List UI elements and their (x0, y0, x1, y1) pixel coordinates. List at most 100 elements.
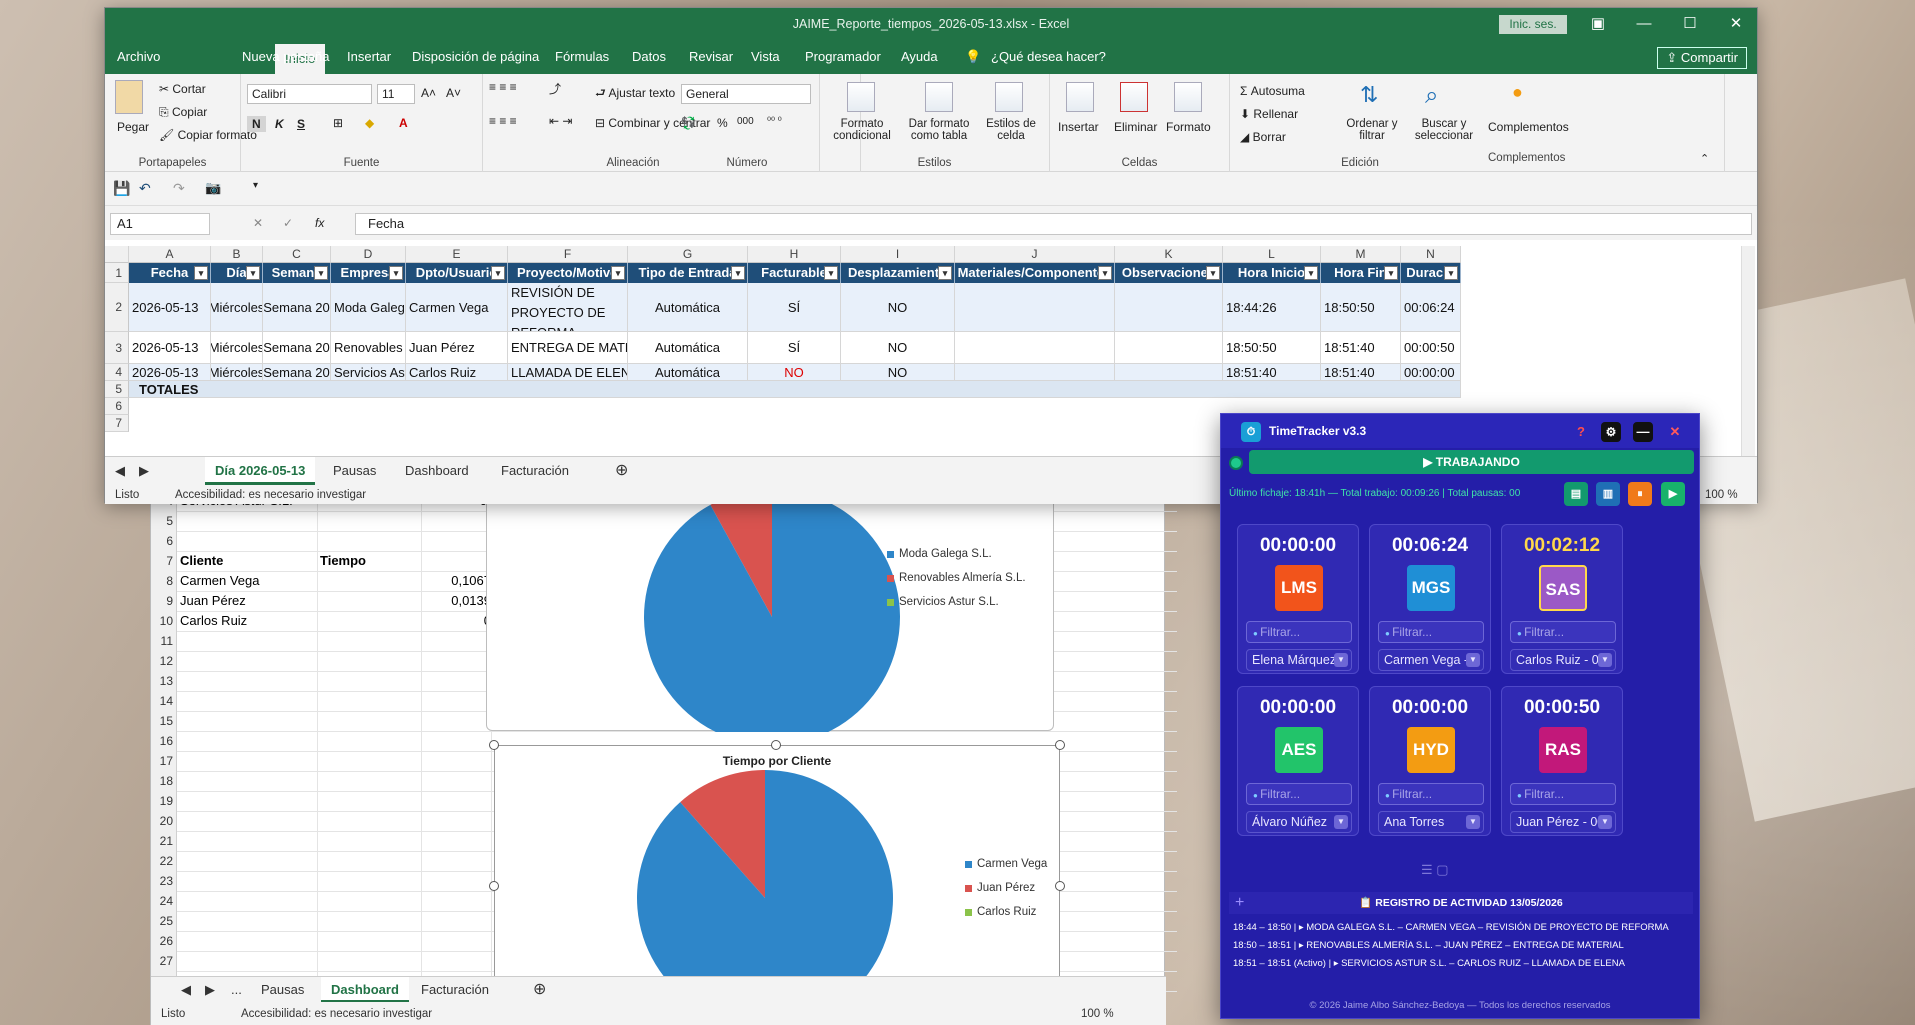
cell-cliente-header[interactable]: Cliente (177, 551, 223, 571)
save-icon[interactable]: 💾 (113, 180, 130, 197)
filter-dropdown-icon[interactable]: ▾ (1444, 266, 1458, 280)
filter-dropdown-icon[interactable]: ▾ (1384, 266, 1398, 280)
filter-input[interactable]: ● Filtrar... (1246, 783, 1352, 805)
client-card[interactable]: 00:00:00 AES ● Filtrar... Álvaro Núñez ▼ (1237, 686, 1359, 836)
paste-icon[interactable] (115, 80, 143, 114)
menu-archivo[interactable]: Archivo (117, 40, 160, 74)
addins-icon[interactable]: ● (1512, 82, 1523, 103)
cell-styles-icon[interactable] (995, 82, 1023, 112)
table-cell[interactable]: 18:50:50 (1223, 332, 1321, 364)
table-header-cell[interactable]: Hora Fin ▾ (1321, 263, 1401, 283)
table-cell[interactable]: Carlos Ruiz (406, 364, 508, 381)
row-header[interactable]: 5 (105, 381, 129, 398)
table-header-cell[interactable]: Facturable ▾ (748, 263, 841, 283)
pie-chart-client[interactable]: Tiempo por Cliente Carmen Vega Juan Pére… (494, 745, 1060, 1025)
table-header-cell[interactable]: Empresa ▾ (331, 263, 406, 283)
contact-select[interactable]: Juan Pérez - 00 ▼ (1510, 811, 1616, 833)
row-header[interactable]: 7 (105, 415, 129, 432)
camera-icon[interactable]: 📷 (205, 180, 221, 196)
row-header[interactable]: 14 (151, 691, 177, 711)
close-icon[interactable]: ✕ (1665, 422, 1685, 442)
menu-formulas[interactable]: Fórmulas (555, 40, 609, 74)
table-cell[interactable]: 18:51:40 (1321, 364, 1401, 381)
cell-client-name[interactable]: Carlos Ruiz (177, 611, 247, 631)
row-header[interactable]: 17 (151, 751, 177, 771)
addins-button[interactable]: Complementos (1488, 120, 1569, 134)
add-sheet-icon[interactable]: ⊕ (523, 977, 556, 1003)
tab-dashboard[interactable]: Dashboard (395, 457, 479, 485)
column-header[interactable]: F (508, 246, 628, 263)
format-cells-button[interactable]: Formato (1166, 120, 1211, 134)
filter-input[interactable]: ● Filtrar... (1246, 621, 1352, 643)
column-header[interactable]: D (331, 246, 406, 263)
redo-icon[interactable]: ↷ (173, 180, 185, 197)
menu-datos[interactable]: Datos (632, 40, 666, 74)
undo-icon[interactable]: ↶ (139, 180, 151, 197)
table-cell[interactable]: Semana 20 (263, 364, 331, 381)
table-header-cell[interactable]: Proyecto/Motivo ▾ (508, 263, 628, 283)
tab-facturacion[interactable]: Facturación (491, 457, 579, 485)
table-cell[interactable]: Moda Galega S (331, 283, 406, 332)
table-cell[interactable] (1115, 283, 1223, 332)
filter-dropdown-icon[interactable]: ▾ (1098, 266, 1112, 280)
log-entry[interactable]: 18:51 – 18:51 (Activo) | ▸ SERVICIOS AST… (1233, 958, 1625, 969)
italic-button[interactable]: K (275, 117, 284, 131)
format-table-icon[interactable] (925, 82, 953, 112)
copy-button[interactable]: ⎘ Copiar (159, 105, 207, 120)
column-header[interactable]: A (129, 246, 211, 263)
row-header[interactable]: 7 (151, 551, 177, 571)
table-cell[interactable]: Automática (628, 283, 748, 332)
filter-input[interactable]: ● Filtrar... (1378, 621, 1484, 643)
table-cell[interactable]: Semana 20 (263, 332, 331, 364)
pause-icon[interactable]: ⏸ (1628, 482, 1652, 506)
cell-client-value[interactable]: 0,1067 (317, 571, 495, 591)
align-top-icon[interactable]: ≡ ≡ ≡ (489, 80, 517, 94)
play-button-icon[interactable]: ▶ (1661, 482, 1685, 506)
tab-next-icon[interactable]: ▶ (129, 457, 159, 485)
client-card[interactable]: 00:06:24 MGS ● Filtrar... Carmen Vega - ▼ (1369, 524, 1491, 674)
table-cell[interactable]: NO (841, 332, 955, 364)
autosum-button[interactable]: Σ Autosuma (1240, 84, 1305, 98)
column-header[interactable]: H (748, 246, 841, 263)
accessibility-status[interactable]: Accesibilidad: es necesario investigar (175, 486, 366, 504)
cell-client-name[interactable]: Carmen Vega (177, 571, 260, 591)
table-cell[interactable]: Automática (628, 364, 748, 381)
fill-button[interactable]: ⬇ Rellenar (1240, 107, 1298, 121)
sign-in-button[interactable]: Inic. ses. (1499, 15, 1567, 34)
table-header-cell[interactable]: Desplazamiento ▾ (841, 263, 955, 283)
cut-button[interactable]: ✂ Cortar (159, 82, 206, 96)
tab-facturacion[interactable]: Facturación (411, 977, 499, 1003)
help-button[interactable]: ? (1571, 422, 1591, 442)
conditional-format-button[interactable]: Formato condicional (824, 118, 900, 142)
ribbon-display-icon[interactable]: ▣ (1575, 8, 1621, 40)
percent-button[interactable]: % (717, 116, 728, 130)
client-code-button[interactable]: AES (1275, 727, 1323, 773)
row-header[interactable]: 25 (151, 911, 177, 931)
menu-nueva-pestana[interactable]: Nueva pestaña (242, 40, 329, 74)
working-status-button[interactable]: ▶ TRABAJANDO (1249, 450, 1694, 474)
thousands-button[interactable]: 000 (737, 116, 754, 127)
filter-dropdown-icon[interactable]: ▾ (194, 266, 208, 280)
table-cell[interactable]: 00:06:24 (1401, 283, 1461, 332)
font-name-select[interactable]: Calibri (247, 84, 372, 104)
row-header[interactable]: 24 (151, 891, 177, 911)
resize-handle[interactable] (1055, 881, 1065, 891)
cell-client-name[interactable]: Juan Pérez (177, 591, 246, 611)
align-left-icon[interactable]: ≡ ≡ ≡ (489, 114, 517, 128)
menu-programador[interactable]: Programador (805, 40, 881, 74)
accessibility-status[interactable]: Accesibilidad: es necesario investigar (241, 1002, 432, 1025)
table-cell[interactable] (1115, 364, 1223, 381)
table-header-cell[interactable]: Duració ▾ (1401, 263, 1461, 283)
table-cell[interactable]: Miércoles (211, 283, 263, 332)
tab-dia[interactable]: Día 2026-05-13 (205, 457, 316, 485)
row-header[interactable]: 10 (151, 611, 177, 631)
font-grow-icon[interactable]: A˄ (421, 86, 436, 100)
font-shrink-icon[interactable]: A˅ (446, 86, 461, 100)
row-header[interactable]: 6 (105, 398, 129, 415)
contact-select[interactable]: Carmen Vega - ▼ (1378, 649, 1484, 671)
row-header[interactable]: 12 (151, 651, 177, 671)
table-cell[interactable]: LLAMADA DE ELENA (508, 364, 628, 381)
table-header-cell[interactable]: Día ▾ (211, 263, 263, 283)
row-header[interactable]: 5 (151, 511, 177, 531)
column-header[interactable]: K (1115, 246, 1223, 263)
